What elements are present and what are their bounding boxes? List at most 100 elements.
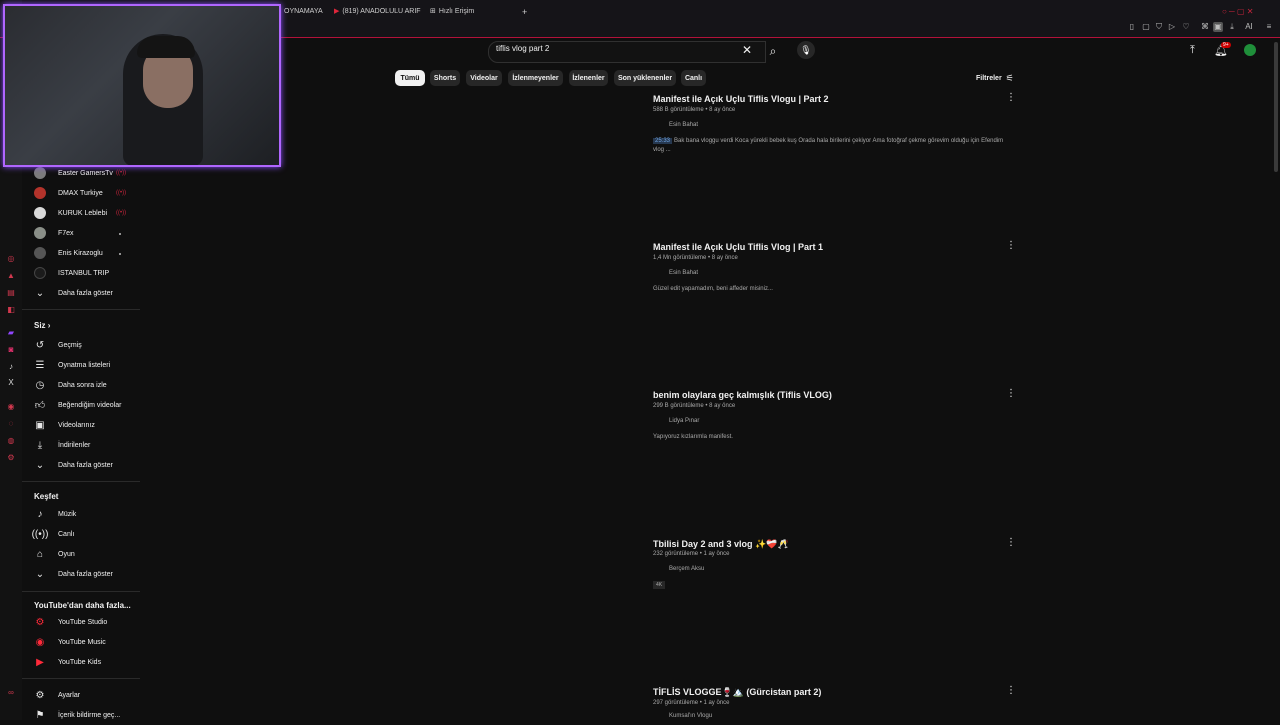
sidebar-item-label: Oynatma listeleri [58, 361, 111, 369]
sidebar-item-your-videos[interactable]: ▣ Videolarınız [34, 415, 95, 435]
sidebar-show-more-explore[interactable]: ⌄ Daha fazla göster [34, 564, 113, 584]
live-icon: ((•)) [116, 170, 127, 176]
you-section-header[interactable]: Siz › [34, 321, 50, 330]
new-tab-button[interactable]: + [522, 5, 527, 19]
more-options-icon[interactable]: ⋮ [1006, 685, 1016, 696]
sidebar-item-youtube-music[interactable]: ◉ YouTube Music [34, 632, 106, 652]
chip-all[interactable]: Tümü [395, 70, 425, 86]
more-from-youtube-header: YouTube'dan daha fazla... [34, 601, 131, 610]
youtube-music-icon: ◉ [35, 636, 45, 648]
subscription-label: Easter GamersTv [58, 169, 113, 177]
video-title[interactable]: Manifest ile Açık Uçlu Tiflis Vlogu | Pa… [653, 94, 829, 104]
frame-icon[interactable]: ▢ [1141, 22, 1151, 32]
sidebar-item-label: Ayarlar [58, 691, 81, 699]
sidebar-item-youtube-studio[interactable]: ⚙ YouTube Studio [34, 612, 108, 632]
chip-shorts[interactable]: Shorts [430, 70, 460, 86]
rail-app-icon[interactable]: ◍ [6, 436, 16, 446]
sidebar-item-live[interactable]: ((•)) Canlı [32, 524, 75, 544]
chip-live[interactable]: Canlı [681, 70, 706, 86]
rail-app-icon[interactable]: ◉ [6, 402, 16, 412]
chip-unwatched[interactable]: İzlenmeyenler [508, 70, 563, 86]
sidebar-item-settings[interactable]: ⚙ Ayarlar [34, 685, 81, 705]
subscription-item[interactable]: Enis Kirazoglu [34, 243, 103, 263]
rail-app-icon[interactable]: ◎ [6, 254, 16, 264]
subscription-item[interactable]: F7ex [34, 223, 74, 243]
rail-app-icon[interactable]: ▲ [6, 271, 16, 281]
instagram-icon[interactable]: ◙ [6, 345, 16, 355]
sidebar-item-liked-videos[interactable]: 👍︎ Beğendiğim videolar [34, 395, 122, 415]
play-icon[interactable]: ▷ [1167, 22, 1177, 32]
video-title[interactable]: Tbilisi Day 2 and 3 vlog ✨❤️‍🩹🥂 [653, 539, 789, 550]
search-button[interactable]: ⌕ [762, 41, 784, 61]
window-controls[interactable]: ○ ─ ▢ ✕ [1222, 5, 1253, 19]
channel-avatar [34, 247, 46, 259]
channel-name[interactable]: Kumsal'ın Vlogu [669, 713, 712, 719]
menu-icon[interactable]: ≡ [1264, 22, 1274, 32]
subscription-item[interactable]: DMAX Turkiye [34, 183, 103, 203]
channel-avatar [34, 187, 46, 199]
heart-icon[interactable]: ♡ [1181, 22, 1191, 32]
clock-icon: ◷ [35, 379, 45, 391]
sidebar-show-more-you[interactable]: ⌄ Daha fazla göster [34, 455, 113, 475]
youtube-icon: ▶ [334, 8, 340, 15]
sidebar-item-history[interactable]: ↺ Geçmiş [34, 335, 82, 355]
download-icon[interactable]: ⤓ [1227, 22, 1237, 32]
channel-name[interactable]: Berçem Aksu [669, 566, 704, 572]
music-note-icon: ♪ [37, 508, 43, 520]
sidebar-item-gaming[interactable]: ⌂ Oyun [34, 544, 75, 564]
sidebar-item-playlists[interactable]: ☰ Oynatma listeleri [34, 355, 111, 375]
sidebar-item-report-history[interactable]: ⚑ İçerik bildirme geç... [34, 705, 121, 725]
more-options-icon[interactable]: ⋮ [1006, 92, 1016, 103]
chapter-timestamp[interactable]: 25:33 [653, 138, 673, 144]
browser-tab-1[interactable]: OYNAMAYA [284, 5, 323, 19]
rail-app-icon[interactable]: ◌ [6, 419, 16, 429]
chip-videos[interactable]: Videolar [466, 70, 502, 86]
tiktok-icon[interactable]: ♪ [6, 362, 16, 372]
sidebar-item-watch-later[interactable]: ◷ Daha sonra izle [34, 375, 107, 395]
extension-icon[interactable]: ▣ [1213, 22, 1223, 32]
sidebar-item-youtube-kids[interactable]: ▶ YouTube Kids [34, 652, 101, 672]
person-hair [137, 36, 195, 58]
browser-tab-2[interactable]: ▶ (819) ANADOLULU ARIF [334, 5, 421, 19]
more-options-icon[interactable]: ⋮ [1006, 388, 1016, 399]
upload-icon[interactable]: ⤒ [1190, 44, 1195, 57]
chip-recently-uploaded[interactable]: Son yüklenenler [614, 70, 676, 86]
sidebar-item-downloads[interactable]: ⤓ İndirilenler [34, 435, 91, 455]
subscription-label: F7ex [58, 229, 74, 237]
bookmark-icon[interactable]: ▯ [1127, 22, 1137, 32]
channel-name[interactable]: Esin Bahat [669, 122, 698, 128]
more-icon[interactable]: ∞ [6, 688, 16, 698]
video-title[interactable]: benim olaylara geç kalmışlık (Tiflis VLO… [653, 390, 832, 400]
rail-app-icon[interactable]: ▤ [6, 288, 16, 298]
subscription-item[interactable]: ISTANBUL TRIP [34, 263, 109, 283]
browser-tab-3[interactable]: ⊞ Hızlı Erişim [430, 5, 474, 19]
link-icon[interactable]: ⌘ [1200, 22, 1210, 32]
show-more-subscriptions[interactable]: ⌄ Daha fazla göster [34, 283, 113, 303]
shield-icon[interactable]: ⛉ [1154, 22, 1164, 32]
clear-search-icon[interactable]: ✕ [742, 43, 752, 57]
channel-name[interactable]: Lidya Pınar [669, 418, 699, 424]
chip-watched[interactable]: İzlenenler [569, 70, 608, 86]
twitch-icon[interactable]: ▰ [6, 328, 16, 338]
subscription-item[interactable]: KURUK Leblebi [34, 203, 107, 223]
sidebar-item-label: Canlı [58, 530, 75, 538]
grid-icon: ⊞ [430, 8, 436, 15]
more-options-icon[interactable]: ⋮ [1006, 240, 1016, 251]
channel-name[interactable]: Esin Bahat [669, 270, 698, 276]
video-title[interactable]: TİFLİS VLOGGE🍷🏔️ (Gürcistan part 2) [653, 687, 821, 698]
sidebar-item-music[interactable]: ♪ Müzik [34, 504, 77, 524]
x-icon[interactable]: X [6, 378, 16, 388]
more-options-icon[interactable]: ⋮ [1006, 537, 1016, 548]
video-title[interactable]: Manifest ile Açık Uçlu Tiflis Vlog | Par… [653, 242, 823, 252]
gear-icon[interactable]: ⚙ [6, 453, 16, 463]
scrollbar[interactable] [1274, 42, 1278, 172]
filters-button[interactable]: Filtreler ⚟ [976, 73, 1014, 84]
flag-icon: ⚑ [35, 709, 45, 721]
video-description: 25:33 Bak bana vloggu verdi Koca yürekli … [653, 137, 1009, 155]
voice-search-button[interactable]: 🎙︎ [797, 41, 815, 59]
sidebar-item-label: Beğendiğim videolar [58, 401, 122, 409]
playlist-icon: ☰ [35, 359, 45, 371]
avatar[interactable] [1244, 44, 1256, 56]
ai-icon[interactable]: AI [1241, 22, 1257, 32]
rail-app-icon[interactable]: ◧ [6, 305, 16, 315]
